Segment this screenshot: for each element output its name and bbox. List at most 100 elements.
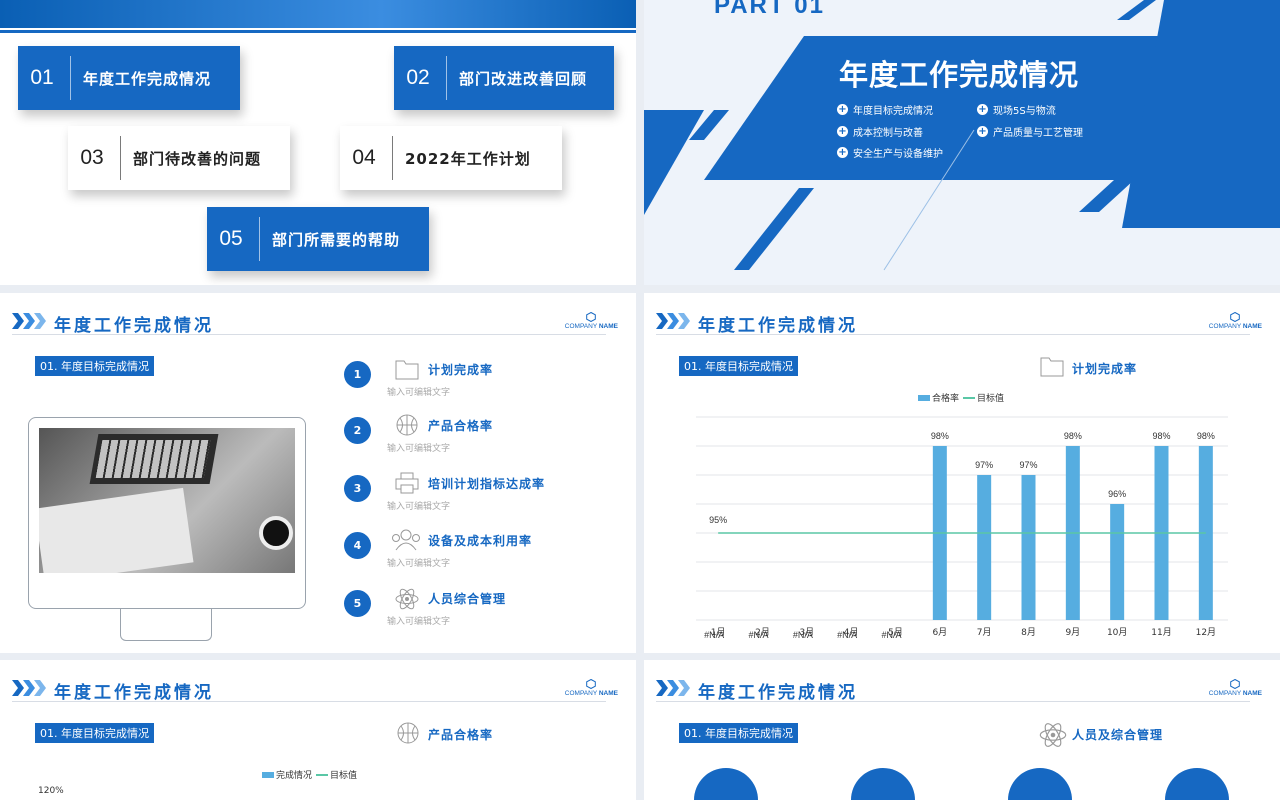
cover-bullet-1: + 年度目标完成情况 — [837, 102, 933, 117]
section-rule — [656, 334, 1250, 335]
item-title: 人员综合管理 — [428, 592, 507, 606]
section-title: 年度工作完成情况 — [54, 683, 214, 703]
calculator-icon — [694, 768, 758, 800]
agenda-item-04[interactable]: 04 2022年工作计划 — [340, 126, 562, 190]
plus-icon: + — [977, 104, 988, 115]
bar — [1021, 475, 1036, 620]
legend-bar-swatch — [262, 771, 274, 778]
bullet-text: 产品质量与工艺管理 — [993, 128, 1083, 139]
na-label: #N/A — [881, 630, 901, 640]
agenda-number: 01 — [30, 66, 54, 89]
section-title: 年度工作完成情况 — [698, 683, 858, 703]
agenda-label: 年度工作完成情况 — [83, 69, 212, 88]
hexagon-icon — [586, 679, 596, 689]
cover-title: 年度工作完成情况 — [839, 58, 1080, 92]
item-title: 产品合格率 — [428, 419, 494, 433]
goals-slide: 年度工作完成情况 COMPANY NAME 01. 年度目标完成情况 1 计划完… — [0, 293, 636, 653]
na-label: #N/A — [704, 630, 724, 640]
subsection-tag: 01. 年度目标完成情况 — [679, 723, 798, 743]
folder-icon — [395, 360, 419, 380]
agenda-label: 部门所需要的帮助 — [272, 230, 401, 249]
x-tick-label: 12月 — [1196, 627, 1216, 638]
basketball-icon — [397, 722, 419, 744]
agenda-number: 04 — [352, 146, 376, 169]
item-subtitle: 输入可编辑文字 — [387, 617, 451, 627]
target-label: 95% — [709, 515, 727, 525]
company-logo: COMPANY NAME — [1208, 690, 1262, 697]
chevrons-icon — [12, 313, 46, 329]
chevrons-icon — [12, 680, 46, 696]
basketball-icon — [396, 414, 418, 436]
data-label: 98% — [1152, 431, 1170, 441]
item-title: 设备及成本利用率 — [428, 534, 533, 548]
section-title: 年度工作完成情况 — [54, 316, 214, 336]
agenda-divider — [259, 217, 260, 261]
agenda-item-05[interactable]: 05 部门所需要的帮助 — [207, 207, 429, 271]
item-number: 1 — [344, 361, 371, 388]
bar — [1110, 504, 1125, 620]
item-number: 5 — [344, 590, 371, 617]
top-stripe — [1117, 0, 1156, 20]
na-label: #N/A — [837, 630, 857, 640]
chart-legend: 完成情况 目标值 — [262, 768, 357, 781]
agenda-label: 2022年工作计划 — [405, 149, 531, 168]
agenda-item-01[interactable]: 01 年度工作完成情况 — [18, 46, 240, 110]
data-label: 96% — [1108, 489, 1126, 499]
legend-bar-swatch — [918, 394, 930, 401]
bottom-stripe — [734, 188, 814, 270]
chevrons-icon — [656, 680, 690, 696]
item-subtitle: 输入可编辑文字 — [387, 444, 451, 454]
laptop-photo — [39, 428, 295, 573]
monitor-stand — [120, 609, 212, 641]
bullet-text: 现场5S与物流 — [993, 106, 1056, 117]
agenda-divider — [392, 136, 393, 180]
cover-shapes — [644, 0, 1280, 271]
agenda-item-02[interactable]: 02 部门改进改善回顾 — [394, 46, 614, 110]
data-label: 98% — [1064, 431, 1082, 441]
header-band — [0, 0, 636, 28]
chevrons-icon — [656, 313, 690, 329]
x-tick-label: 9月 — [1065, 627, 1080, 638]
chart-title: 产品合格率 — [428, 728, 494, 742]
x-tick-label: 10月 — [1107, 627, 1127, 638]
data-label: 98% — [931, 431, 949, 441]
item-number: 4 — [344, 532, 371, 559]
legend-line-swatch — [316, 773, 329, 776]
hexagon-icon — [586, 312, 596, 322]
small-stripe — [1079, 180, 1134, 212]
item-subtitle: 输入可编辑文字 — [387, 388, 451, 398]
x-tick-label: 8月 — [1021, 627, 1036, 638]
item-number: 2 — [344, 417, 371, 444]
header-rule — [0, 30, 636, 33]
chart-slide: 年度工作完成情况 COMPANY NAME 01. 年度目标完成情况 计划完成率… — [644, 293, 1280, 653]
completion-bar-chart: 1月#N/A 2月#N/A 3月#N/A 4月#N/A 5月#N/A98%6月97%7月… — [696, 416, 1228, 640]
y-axis-top-label: 120% — [38, 786, 64, 796]
subsection-tag: 01. 年度目标完成情况 — [679, 356, 798, 376]
subsection-tag: 01. 年度目标完成情况 — [35, 356, 154, 376]
agenda-item-03[interactable]: 03 部门待改善的问题 — [68, 126, 290, 190]
printer-icon — [395, 472, 419, 494]
agenda-number: 05 — [219, 227, 243, 250]
quality-slide: 年度工作完成情况 COMPANY NAME 01. 年度目标完成情况 产品合格率… — [0, 660, 636, 800]
bullet-text: 安全生产与设备维护 — [853, 149, 943, 160]
monitor-illustration — [28, 417, 306, 609]
hexagon-icon — [1230, 679, 1240, 689]
part-label: PART 01 — [714, 0, 825, 19]
data-label: 98% — [1197, 431, 1215, 441]
section-rule — [12, 701, 606, 702]
chart-title: 计划完成率 — [1072, 362, 1138, 376]
x-tick-label: 11月 — [1151, 627, 1171, 638]
agenda-label: 部门改进改善回顾 — [459, 69, 588, 88]
section-title: 年度工作完成情况 — [698, 316, 858, 336]
cover-bullet-2: + 现场5S与物流 — [977, 102, 1056, 117]
company-logo: COMPANY NAME — [564, 323, 618, 330]
atom-icon — [1039, 723, 1067, 747]
bar — [977, 475, 992, 620]
item-title: 计划完成率 — [428, 363, 494, 377]
agenda-divider — [120, 136, 121, 180]
agenda-divider — [70, 56, 71, 100]
plus-icon: + — [837, 126, 848, 137]
bullet-text: 年度目标完成情况 — [853, 106, 933, 117]
chart-title: 人员及综合管理 — [1072, 728, 1164, 742]
company-logo: COMPANY NAME — [564, 690, 618, 697]
